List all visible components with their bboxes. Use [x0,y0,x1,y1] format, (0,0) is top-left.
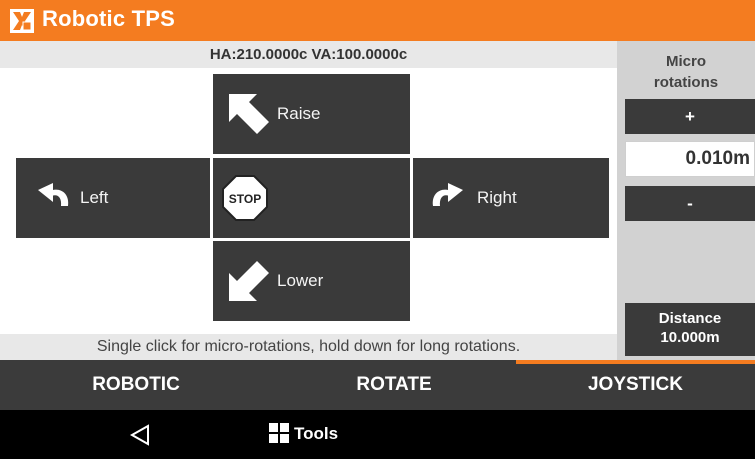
stop-button[interactable]: STOP [213,158,410,238]
tab-bar: ROBOTIC ROTATE JOYSTICK [0,360,755,410]
app-title: Robotic TPS [42,6,175,31]
title-bar: Robotic TPS [0,0,755,41]
system-nav-bar: Tools [0,410,755,459]
micro-rotation-value[interactable]: 0.010m [625,141,755,177]
distance-display[interactable]: Distance 10.000m [625,303,755,356]
left-button[interactable]: Left [16,158,210,238]
raise-label: Raise [277,104,321,123]
left-label: Left [80,188,109,207]
back-triangle-icon[interactable] [128,423,152,447]
grid-icon [269,423,289,443]
active-tab-indicator [516,360,755,364]
increase-button[interactable]: + [625,99,755,134]
right-button[interactable]: Right [413,158,609,238]
hint-text: Single click for micro-rotations, hold d… [0,334,617,360]
decrease-button[interactable]: - [625,186,755,221]
raise-button[interactable]: Raise [213,74,410,154]
joystick-panel: HA:210.0000c VA:100.0000c Raise Left STO… [0,41,617,360]
micro-title-line1: Micro [665,53,706,70]
lower-button[interactable]: Lower [213,241,410,321]
tps-logo-icon [10,9,34,33]
lower-label: Lower [277,271,324,290]
angle-readout: HA:210.0000c VA:100.0000c [0,41,617,68]
stop-icon: STOP [222,175,268,221]
micro-rotations-title: Micro rotations [617,51,755,93]
tools-button[interactable]: Tools [268,422,338,446]
micro-title-line2: rotations [653,74,719,91]
stop-text: STOP [229,192,261,206]
tab-joystick[interactable]: JOYSTICK [516,360,755,410]
rotate-left-icon [38,183,69,206]
tools-label: Tools [294,424,339,443]
rotate-right-icon [432,183,463,206]
arrow-down-left-icon [229,261,269,301]
arrow-up-left-icon [229,94,269,134]
tab-robotic[interactable]: ROBOTIC [0,360,272,410]
right-label: Right [477,188,517,207]
micro-rotation-panel: Micro rotations + 0.010m - Distance 10.0… [617,41,755,360]
distance-value: 10.000m [660,329,720,346]
distance-label: Distance [658,310,722,327]
tab-rotate[interactable]: ROTATE [272,360,516,410]
